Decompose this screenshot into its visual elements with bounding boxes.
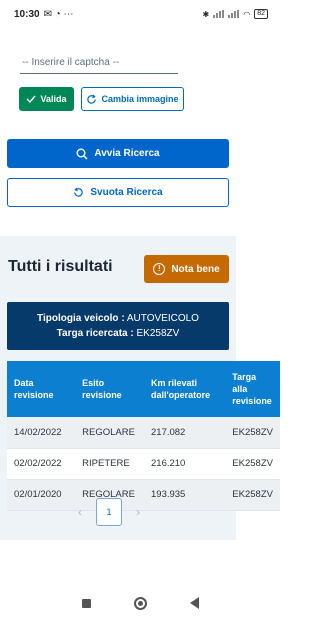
table-header-row: Data revisione Esito revisione Km rileva…	[7, 361, 280, 417]
notification-icons: ✉ ◔ ⋯	[43, 8, 74, 20]
table-row: 02/01/2020 REGOLARE 193.935 EK258ZV	[7, 479, 280, 511]
cambia-label: Cambia immagine	[101, 94, 179, 104]
svuota-ricerca-button[interactable]: Svuota Ricerca	[7, 178, 229, 207]
avvia-label: Avvia Ricerca	[94, 148, 160, 159]
col-esito-revisione: Esito revisione	[75, 361, 144, 417]
table-row: 02/02/2022 RIPETERE 216.210 EK258ZV	[7, 448, 280, 480]
cell-km: 193.935	[144, 479, 226, 511]
status-bar: 10:30 ✉ ◔ ⋯ ✱ ◠ 82	[0, 0, 280, 28]
col-km-rilevati: Km rilevati dall'operatore	[144, 361, 226, 417]
status-time: 10:30	[14, 8, 40, 20]
nota-bene-button[interactable]: ! Nota bene	[144, 255, 229, 283]
back-icon[interactable]	[189, 597, 199, 609]
cambia-immagine-button[interactable]: Cambia immagine	[81, 87, 184, 111]
next-page-icon[interactable]: ›	[136, 505, 140, 519]
col-targa-revisione: Targa alla revisione	[225, 361, 280, 417]
status-right: ✱ ◠ 82	[203, 9, 268, 19]
targa-label: Targa ricercata :	[56, 328, 134, 339]
cell-targa: EK258ZV	[225, 417, 280, 449]
table-row: 14/02/2022 REGOLARE 217.082 EK258ZV	[7, 417, 280, 449]
cell-esito: REGOLARE	[75, 417, 144, 449]
system-nav-bar	[0, 584, 280, 622]
avvia-ricerca-button[interactable]: Avvia Ricerca	[7, 139, 229, 168]
cell-data: 14/02/2022	[7, 417, 76, 449]
home-icon[interactable]	[133, 596, 147, 610]
rotate-icon	[74, 187, 84, 197]
recent-apps-icon[interactable]	[81, 598, 91, 608]
tipologia-row: Tipologia veicolo : AUTOVEICOLO	[37, 313, 199, 324]
cell-targa: EK258ZV	[225, 448, 280, 480]
targa-value: EK258ZV	[136, 328, 180, 339]
captcha-input[interactable]	[20, 52, 178, 74]
refresh-icon	[87, 93, 97, 104]
prev-page-icon[interactable]: ‹	[78, 505, 82, 519]
nota-bene-label: Nota bene	[171, 263, 220, 275]
col-data-revisione: Data revisione	[7, 361, 76, 417]
page-number-button[interactable]: 1	[96, 498, 122, 526]
results-table-wrap[interactable]: Data revisione Esito revisione Km rileva…	[7, 361, 280, 511]
targa-row: Targa ricercata : EK258ZV	[57, 328, 180, 339]
status-left: 10:30 ✉ ◔ ⋯	[14, 9, 74, 20]
svuota-label: Svuota Ricerca	[90, 187, 163, 198]
valida-label: Valida	[40, 94, 67, 104]
cell-data: 02/01/2020	[7, 479, 76, 511]
cell-km: 217.082	[144, 417, 226, 449]
vehicle-info-box: Tipologia veicolo : AUTOVEICOLO Targa ri…	[7, 302, 229, 350]
search-icon	[76, 148, 88, 160]
cell-km: 216.210	[144, 448, 226, 480]
cell-esito: RIPETERE	[75, 448, 144, 480]
cell-targa: EK258ZV	[225, 479, 280, 511]
signal-icon	[213, 10, 225, 18]
signal-icon-2	[228, 10, 240, 18]
bluetooth-icon: ✱	[202, 9, 210, 19]
exclamation-icon: !	[153, 263, 166, 275]
results-table: Data revisione Esito revisione Km rileva…	[7, 361, 280, 511]
pagination: ‹ 1 ›	[78, 498, 140, 526]
check-icon	[26, 95, 37, 104]
valida-button[interactable]: Valida	[19, 87, 74, 111]
tipologia-label: Tipologia veicolo :	[37, 313, 125, 324]
tipologia-value: AUTOVEICOLO	[126, 313, 199, 324]
cell-data: 02/02/2022	[7, 448, 76, 480]
results-title: Tutti i risultati	[8, 258, 113, 275]
wifi-icon: ◠	[243, 9, 251, 19]
battery-icon: 82	[254, 9, 268, 19]
